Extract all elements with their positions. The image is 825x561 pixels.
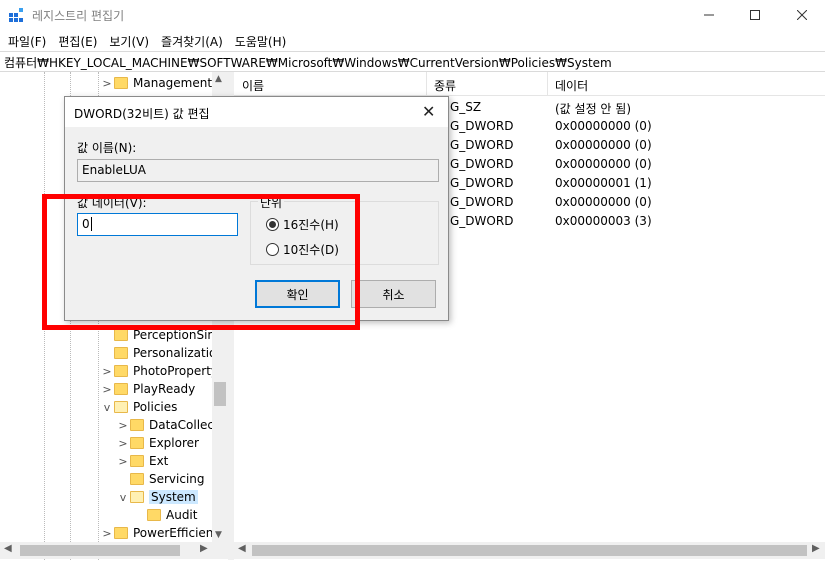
column-divider[interactable] bbox=[547, 72, 548, 96]
tree-item-powerefficiency[interactable]: > PowerEfficienc bbox=[100, 524, 220, 542]
close-window-button[interactable] bbox=[779, 0, 825, 30]
scroll-thumb[interactable] bbox=[20, 545, 180, 556]
folder-icon bbox=[130, 473, 144, 485]
menu-edit[interactable]: 편집(E) bbox=[52, 30, 103, 51]
value-name-label: 값 이름(N): bbox=[77, 141, 137, 155]
window-title: 레지스트리 편집기 bbox=[32, 9, 125, 23]
tree-horizontal-scrollbar[interactable]: ◀ ▶ bbox=[0, 542, 228, 559]
list-header: 이름 종류 데이터 bbox=[234, 72, 825, 96]
tree-item-datacollect[interactable]: > DataCollect bbox=[116, 416, 218, 434]
value-name-field: EnableLUA bbox=[77, 159, 439, 182]
tree-item-ext[interactable]: > Ext bbox=[116, 452, 168, 470]
column-divider[interactable] bbox=[426, 72, 427, 96]
column-header-name[interactable]: 이름 bbox=[242, 77, 264, 94]
scroll-right-icon[interactable]: ▶ bbox=[812, 543, 820, 554]
minimize-button[interactable] bbox=[686, 0, 732, 30]
menu-help[interactable]: 도움말(H) bbox=[229, 30, 293, 51]
tree-item-management[interactable]: > Management bbox=[100, 74, 212, 92]
expand-chevron-icon[interactable]: > bbox=[100, 383, 114, 396]
menu-file[interactable]: 파일(F) bbox=[2, 30, 52, 51]
highlight-annotation-box bbox=[42, 194, 360, 330]
folder-icon bbox=[114, 527, 128, 539]
open-folder-icon bbox=[114, 401, 128, 413]
tree-item-audit[interactable]: Audit bbox=[133, 506, 197, 524]
dialog-title-bar: DWORD(32비트) 값 편집 ✕ bbox=[65, 97, 448, 127]
tree-item-explorer[interactable]: > Explorer bbox=[116, 434, 199, 452]
scroll-thumb[interactable] bbox=[214, 382, 226, 406]
menu-bar: 파일(F) 편집(E) 보기(V) 즐겨찾기(A) 도움말(H) bbox=[0, 30, 825, 51]
folder-icon bbox=[130, 419, 144, 431]
close-icon bbox=[797, 10, 807, 20]
folder-icon bbox=[130, 437, 144, 449]
folder-icon bbox=[114, 77, 128, 89]
tree-item-photopropertyh[interactable]: > PhotoPropertyH bbox=[100, 362, 227, 380]
scroll-left-icon[interactable]: ◀ bbox=[4, 543, 12, 554]
folder-icon bbox=[114, 347, 128, 359]
expand-chevron-icon[interactable]: > bbox=[100, 365, 114, 378]
list-horizontal-scrollbar[interactable]: ◀ ▶ bbox=[234, 542, 825, 559]
cancel-button[interactable]: 취소 bbox=[351, 280, 436, 308]
tree-item-system[interactable]: v System bbox=[116, 488, 198, 506]
expand-chevron-icon[interactable]: > bbox=[116, 455, 130, 468]
scroll-right-icon[interactable]: ▶ bbox=[200, 543, 208, 554]
address-bar[interactable]: 컴퓨터₩HKEY_LOCAL_MACHINE₩SOFTWARE₩Microsof… bbox=[0, 51, 825, 72]
minimize-icon bbox=[704, 14, 714, 16]
open-folder-icon bbox=[130, 491, 144, 503]
scroll-thumb[interactable] bbox=[252, 545, 807, 556]
registry-editor-icon bbox=[9, 8, 23, 22]
expand-chevron-icon[interactable]: > bbox=[100, 77, 114, 90]
maximize-button[interactable] bbox=[732, 0, 778, 30]
menu-view[interactable]: 보기(V) bbox=[103, 30, 155, 51]
menu-favorites[interactable]: 즐겨찾기(A) bbox=[155, 30, 229, 51]
tree-item-personalization[interactable]: Personalization bbox=[100, 344, 224, 362]
folder-icon bbox=[114, 329, 128, 341]
folder-icon bbox=[114, 365, 128, 377]
expand-chevron-icon[interactable]: > bbox=[116, 419, 130, 432]
scroll-left-icon[interactable]: ◀ bbox=[238, 543, 246, 554]
tree-item-policies[interactable]: v Policies bbox=[100, 398, 178, 416]
dialog-close-icon[interactable]: ✕ bbox=[422, 102, 435, 121]
column-header-data[interactable]: 데이터 bbox=[555, 77, 588, 94]
collapse-chevron-icon[interactable]: v bbox=[100, 401, 114, 414]
folder-icon bbox=[147, 509, 161, 521]
tree-item-playready[interactable]: > PlayReady bbox=[100, 380, 195, 398]
title-bar: 레지스트리 편집기 bbox=[0, 0, 825, 30]
collapse-chevron-icon[interactable]: v bbox=[116, 491, 130, 504]
expand-chevron-icon[interactable]: > bbox=[100, 527, 114, 540]
folder-icon bbox=[130, 455, 144, 467]
scroll-down-icon[interactable]: ▼ bbox=[215, 530, 222, 540]
folder-icon bbox=[114, 383, 128, 395]
tree-item-servicing[interactable]: Servicing bbox=[116, 470, 205, 488]
scroll-up-icon[interactable]: ▲ bbox=[215, 74, 222, 84]
dialog-title: DWORD(32비트) 값 편집 bbox=[74, 107, 210, 121]
column-header-type[interactable]: 종류 bbox=[434, 77, 456, 94]
expand-chevron-icon[interactable]: > bbox=[116, 437, 130, 450]
maximize-icon bbox=[750, 10, 760, 20]
